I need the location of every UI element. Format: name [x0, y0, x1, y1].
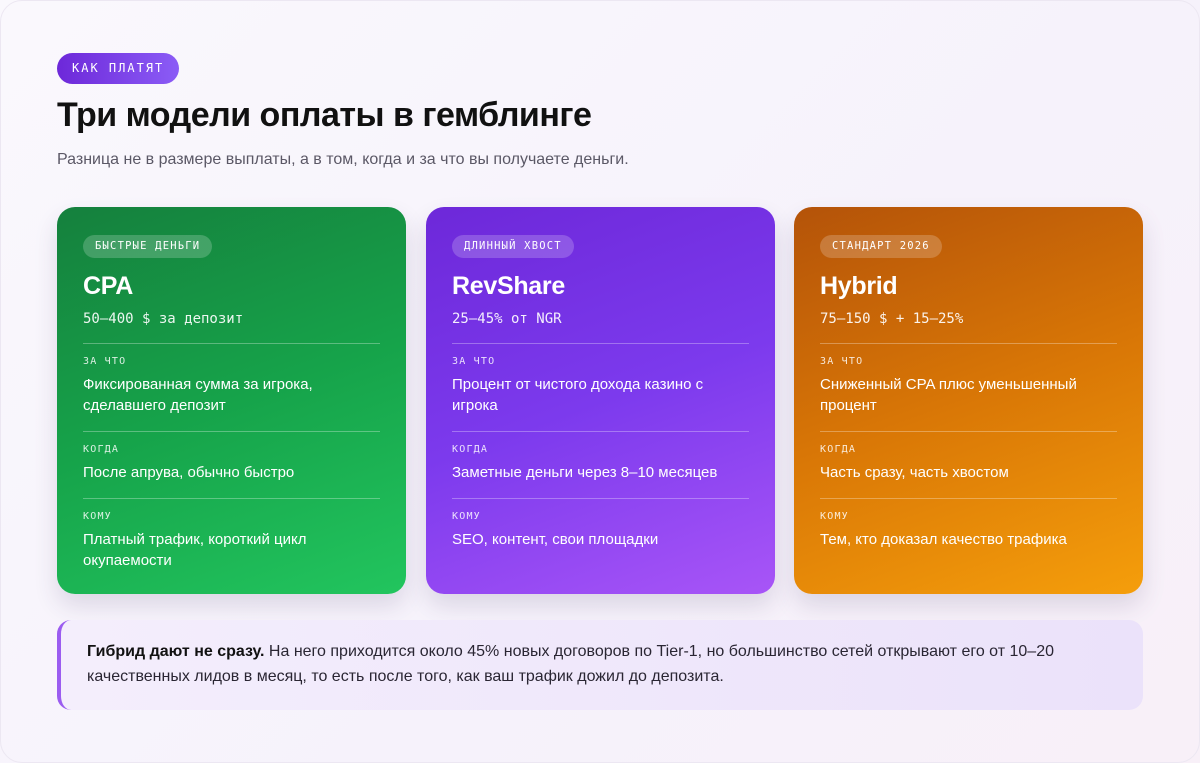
section-label: За что [452, 356, 496, 367]
section-text: Процент от чистого дохода казино с игрок… [452, 376, 704, 414]
card-tag: Стандарт 2026 [820, 235, 942, 258]
section-label: Кому [83, 511, 112, 522]
card-section-when: Когда После апрува, обычно быстро [83, 431, 380, 483]
section-text: Фиксированная сумма за игрока, сделавшег… [83, 376, 313, 414]
card-price: 75–150 $ + 15–25% [820, 311, 964, 327]
card-section-who: Кому Тем, кто доказал качество трафика [820, 498, 1117, 550]
section-text: Сниженный CPA плюс уменьшенный процент [820, 376, 1077, 414]
card-section-what: За что Сниженный CPA плюс уменьшенный пр… [820, 343, 1117, 416]
card-price: 50–400 $ за депозит [83, 311, 244, 327]
card-hybrid: Стандарт 2026 Hybrid 75–150 $ + 15–25% З… [794, 207, 1143, 594]
card-title: RevShare [452, 272, 565, 300]
card-cpa: Быстрые деньги CPA 50–400 $ за депозит З… [57, 207, 406, 594]
section-text: После апрува, обычно быстро [83, 464, 295, 481]
card-price: 25–45% от NGR [452, 311, 562, 327]
page-title: Три модели оплаты в гемблинге [57, 96, 592, 134]
card-section-who: Кому SEO, контент, свои площадки [452, 498, 749, 550]
card-section-what: За что Процент от чистого дохода казино … [452, 343, 749, 416]
card-title: Hybrid [820, 272, 898, 300]
card-revshare: Длинный хвост RevShare 25–45% от NGR За … [426, 207, 775, 594]
section-label: За что [83, 356, 127, 367]
section-text: SEO, контент, свои площадки [452, 531, 659, 548]
section-label: Когда [83, 444, 120, 455]
section-text: Тем, кто доказал качество трафика [820, 531, 1067, 548]
section-text: Платный трафик, короткий цикл окупаемост… [83, 531, 307, 569]
card-tag: Быстрые деньги [83, 235, 213, 258]
card-section-when: Когда Часть сразу, часть хвостом [820, 431, 1117, 483]
card-title: CPA [83, 272, 134, 300]
callout-bold-lead: Гибрид дают не сразу. [87, 643, 265, 660]
card-section-who: Кому Платный трафик, короткий цикл окупа… [83, 498, 380, 571]
section-eyebrow-badge: Как платят [57, 53, 180, 84]
section-label: Когда [452, 444, 489, 455]
section-text: Часть сразу, часть хвостом [820, 464, 1009, 481]
card-tag: Длинный хвост [452, 235, 574, 258]
info-callout: Гибрид дают не сразу. На него приходится… [57, 620, 1143, 710]
section-label: Кому [452, 511, 481, 522]
section-label: Кому [820, 511, 849, 522]
page-subtitle: Разница не в размере выплаты, а в том, к… [57, 151, 629, 168]
card-section-when: Когда Заметные деньги через 8–10 месяцев [452, 431, 749, 483]
section-label: Когда [820, 444, 857, 455]
section-text: Заметные деньги через 8–10 месяцев [452, 464, 718, 481]
section-label: За что [820, 356, 864, 367]
card-section-what: За что Фиксированная сумма за игрока, сд… [83, 343, 380, 416]
